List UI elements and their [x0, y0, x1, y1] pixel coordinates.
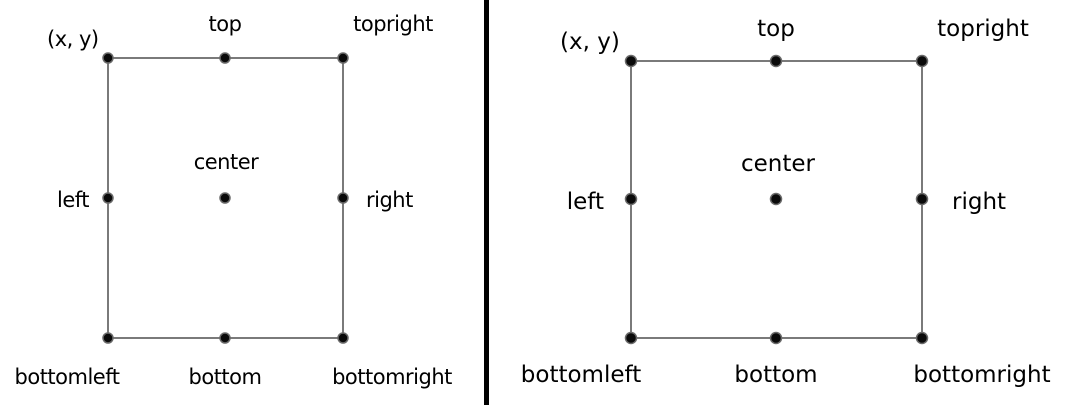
label-bottomright: bottomright [332, 365, 452, 389]
anchor-point-bottom [769, 331, 783, 345]
anchor-point-bottomright [337, 332, 349, 344]
label-right: right [952, 189, 1006, 215]
label-top: top [209, 12, 242, 36]
label-bottomleft: bottomleft [15, 365, 120, 389]
label-left: left [57, 188, 89, 212]
anchor-point-topleft [624, 54, 638, 68]
anchor-point-bottomleft [102, 332, 114, 344]
panel-divider [484, 0, 489, 405]
label-left: left [567, 189, 604, 215]
anchor-point-left [102, 192, 114, 204]
label-topright: topright [353, 12, 433, 36]
anchor-point-bottom [219, 332, 231, 344]
anchor-point-left [624, 192, 638, 206]
label-xy: (x, y) [47, 27, 99, 51]
anchor-point-topleft [102, 52, 114, 64]
label-top: top [757, 16, 795, 42]
anchor-point-topright [915, 54, 929, 68]
label-topright: topright [937, 16, 1029, 42]
label-center: center [741, 151, 816, 177]
label-bottom: bottom [189, 365, 262, 389]
label-center: center [194, 150, 259, 174]
label-bottom: bottom [734, 362, 817, 388]
anchor-point-top [769, 54, 783, 68]
rect-anchor-diagram-right: (x, y) top topright center left right bo… [490, 0, 1084, 405]
rect-anchor-diagram-left: (x, y) top topright center left right bo… [0, 0, 484, 405]
anchor-point-top [219, 52, 231, 64]
label-bottomright: bottomright [913, 362, 1050, 388]
label-bottomleft: bottomleft [521, 362, 641, 388]
anchor-point-bottomleft [624, 331, 638, 345]
anchor-point-right [915, 192, 929, 206]
anchor-point-bottomright [915, 331, 929, 345]
anchor-point-topright [337, 52, 349, 64]
anchor-diagram-svg-left: (x, y) top topright center left right bo… [15, 12, 453, 389]
anchor-point-right [337, 192, 349, 204]
anchor-point-center [219, 192, 231, 204]
label-right: right [366, 188, 413, 212]
label-xy: (x, y) [560, 29, 620, 55]
anchor-diagram-svg-right: (x, y) top topright center left right bo… [521, 16, 1051, 388]
anchor-point-center [769, 192, 783, 206]
